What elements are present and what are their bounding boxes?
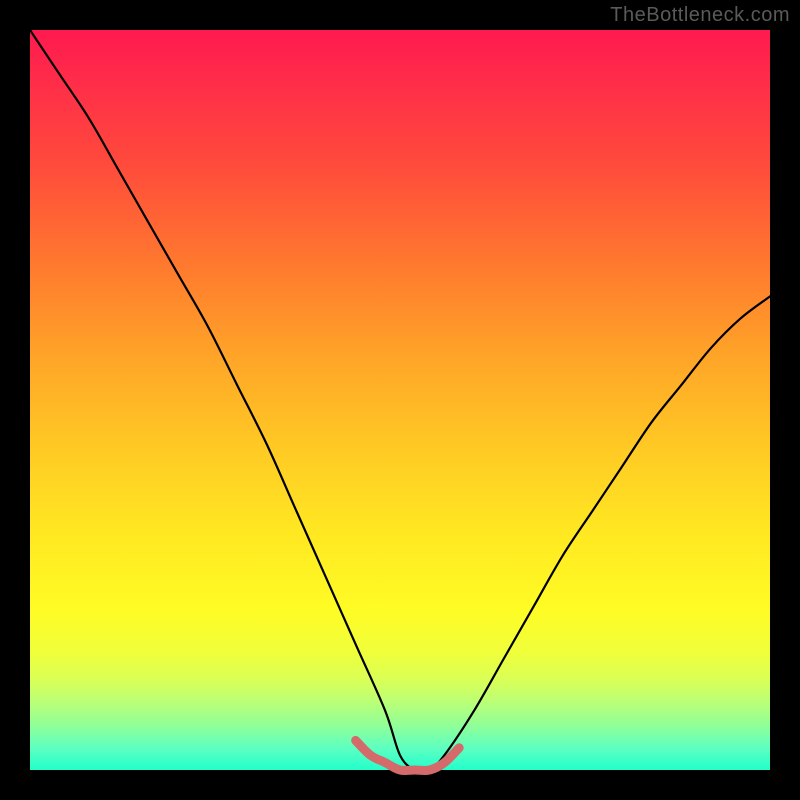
chart-frame: TheBottleneck.com xyxy=(0,0,800,800)
chart-svg xyxy=(30,30,770,770)
plot-area xyxy=(30,30,770,770)
bottleneck-curve-path xyxy=(30,30,770,772)
series-group xyxy=(30,30,770,772)
watermark-text: TheBottleneck.com xyxy=(610,4,790,27)
